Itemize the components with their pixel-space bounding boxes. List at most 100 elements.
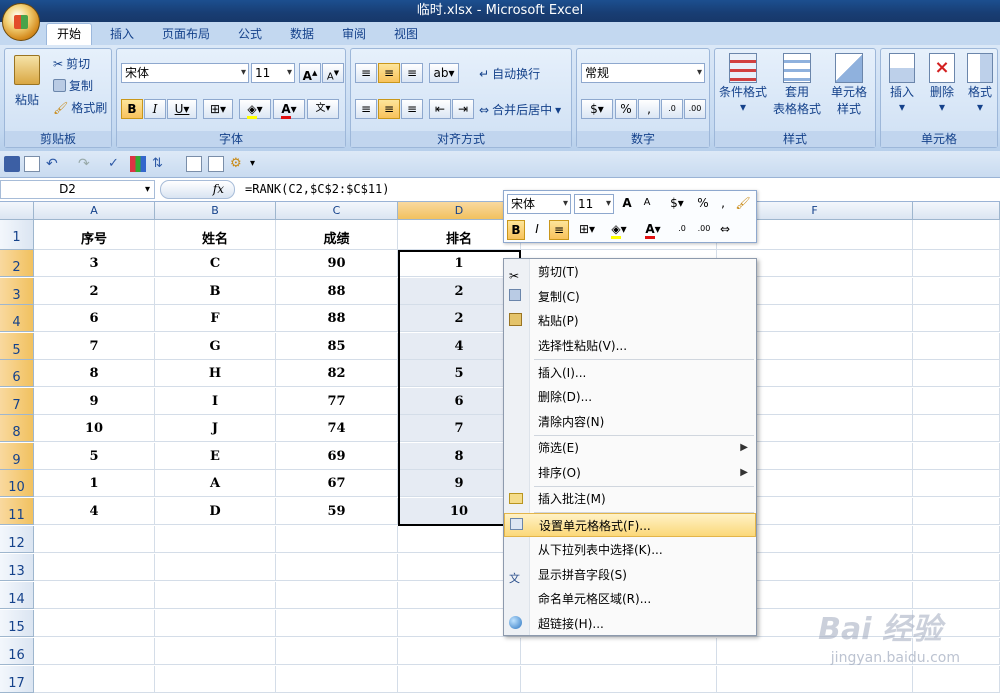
preview-icon[interactable] (208, 156, 224, 172)
increase-decimal-button[interactable]: .0 (661, 99, 683, 119)
table-cell[interactable]: 67 (276, 470, 398, 497)
menu-insert-comment[interactable]: 插入批注(M) (504, 487, 756, 511)
cell[interactable] (913, 305, 1000, 332)
row-header[interactable]: 1 (0, 220, 34, 250)
table-cell[interactable]: G (155, 333, 276, 360)
mini-font-color-button[interactable]: A▾ (638, 220, 668, 240)
menu-paste-special[interactable]: 选择性粘贴(V)... (504, 334, 756, 358)
table-cell[interactable]: 5 (34, 443, 155, 470)
table-cell[interactable]: 4 (34, 498, 155, 525)
col-header-b[interactable]: B (155, 202, 276, 220)
menu-show-phonetic[interactable]: 文 显示拼音字段(S) (504, 563, 756, 587)
underline-button[interactable]: U▾ (167, 99, 197, 119)
cell[interactable] (521, 666, 717, 693)
mini-font-combo[interactable]: 宋体 (507, 194, 571, 214)
italic-button[interactable]: I (144, 99, 166, 119)
cell[interactable] (398, 638, 521, 665)
mini-fill-button[interactable]: ◈▾ (604, 220, 634, 240)
form-icon[interactable] (186, 156, 202, 172)
cell[interactable] (913, 526, 1000, 553)
tab-page-layout[interactable]: 页面布局 (152, 24, 220, 45)
table-cell[interactable]: 82 (276, 360, 398, 387)
table-cell[interactable]: 10 (34, 415, 155, 442)
cell[interactable] (155, 582, 276, 609)
table-cell[interactable]: D (155, 498, 276, 525)
cell[interactable] (155, 610, 276, 637)
save-icon[interactable] (4, 156, 20, 172)
cell[interactable] (717, 666, 913, 693)
menu-paste[interactable]: 粘贴(P) (504, 309, 756, 333)
align-right-button[interactable]: ≡ (401, 99, 423, 119)
cell[interactable] (913, 554, 1000, 581)
font-name-combo[interactable]: 宋体 (121, 63, 249, 83)
table-cell[interactable]: 88 (276, 305, 398, 332)
merge-center-button[interactable]: ⇔ 合并后居中 ▾ (479, 101, 561, 118)
menu-hyperlink[interactable]: 超链接(H)... (504, 612, 756, 636)
align-top-button[interactable]: ≡ (355, 63, 377, 83)
table-cell[interactable]: E (155, 443, 276, 470)
chart-icon[interactable] (130, 156, 146, 172)
table-cell[interactable]: 3 (34, 250, 155, 277)
align-bottom-button[interactable]: ≡ (401, 63, 423, 83)
table-cell[interactable]: 8 (34, 360, 155, 387)
cell[interactable] (398, 666, 521, 693)
cut-button[interactable]: ✂ 剪切 (53, 55, 90, 72)
cell[interactable] (276, 610, 398, 637)
mini-format-painter-button[interactable]: 🖌 (734, 194, 752, 214)
cell[interactable] (913, 498, 1000, 525)
mini-decrease-decimal-button[interactable]: .00 (694, 220, 714, 240)
table-cell[interactable]: I (155, 388, 276, 415)
mini-increase-decimal-button[interactable]: .0 (672, 220, 692, 240)
tab-insert[interactable]: 插入 (100, 24, 144, 45)
col-header-c[interactable]: C (276, 202, 398, 220)
mini-comma-button[interactable]: , (714, 194, 732, 214)
tools-icon[interactable]: ⚙ (230, 156, 246, 172)
name-box[interactable]: D2 (0, 180, 155, 199)
table-cell[interactable]: 85 (276, 333, 398, 360)
table-cell[interactable]: 77 (276, 388, 398, 415)
row-header[interactable]: 6 (0, 360, 34, 387)
cell[interactable] (276, 638, 398, 665)
mini-bold-button[interactable]: B (507, 220, 525, 240)
cell[interactable] (913, 250, 1000, 277)
table-cell[interactable]: 59 (276, 498, 398, 525)
table-cell[interactable]: C (155, 250, 276, 277)
cell[interactable] (913, 333, 1000, 360)
table-cell[interactable]: A (155, 470, 276, 497)
font-color-button[interactable]: A▾ (273, 99, 305, 119)
cell[interactable] (155, 554, 276, 581)
row-header[interactable]: 9 (0, 443, 34, 470)
cell[interactable] (34, 554, 155, 581)
mini-size-combo[interactable]: 11 (574, 194, 614, 214)
insert-function-button[interactable]: fx (160, 180, 235, 199)
menu-pick-from-list[interactable]: 从下拉列表中选择(K)... (504, 538, 756, 562)
mini-grow-font-button[interactable]: A (618, 194, 636, 214)
tab-data[interactable]: 数据 (280, 24, 324, 45)
customize-qat-icon[interactable]: ▾ (250, 156, 266, 172)
header-cell[interactable]: 序号 (34, 220, 155, 250)
row-header[interactable]: 16 (0, 638, 34, 665)
cell[interactable] (34, 666, 155, 693)
currency-button[interactable]: $▾ (581, 99, 613, 119)
row-header[interactable]: 3 (0, 278, 34, 305)
table-cell[interactable]: F (155, 305, 276, 332)
cell[interactable] (276, 582, 398, 609)
orientation-button[interactable]: ab▾ (429, 63, 459, 83)
grow-font-button[interactable]: A▲ (299, 63, 321, 83)
header-cell[interactable]: 成绩 (276, 220, 398, 250)
align-middle-button[interactable]: ≡ (378, 63, 400, 83)
cell[interactable] (913, 443, 1000, 470)
row-header[interactable]: 12 (0, 526, 34, 553)
align-left-button[interactable]: ≡ (355, 99, 377, 119)
cell[interactable] (913, 666, 1000, 693)
paste-button[interactable]: 粘贴 (9, 55, 45, 108)
decrease-indent-button[interactable]: ⇤ (429, 99, 451, 119)
table-cell[interactable]: J (155, 415, 276, 442)
font-size-combo[interactable]: 11 (251, 63, 295, 83)
table-cell[interactable]: 6 (34, 305, 155, 332)
tab-view[interactable]: 视图 (384, 24, 428, 45)
table-cell[interactable]: 7 (34, 333, 155, 360)
mini-italic-button[interactable]: I (528, 220, 546, 240)
table-cell[interactable]: 90 (276, 250, 398, 277)
cell[interactable] (913, 360, 1000, 387)
